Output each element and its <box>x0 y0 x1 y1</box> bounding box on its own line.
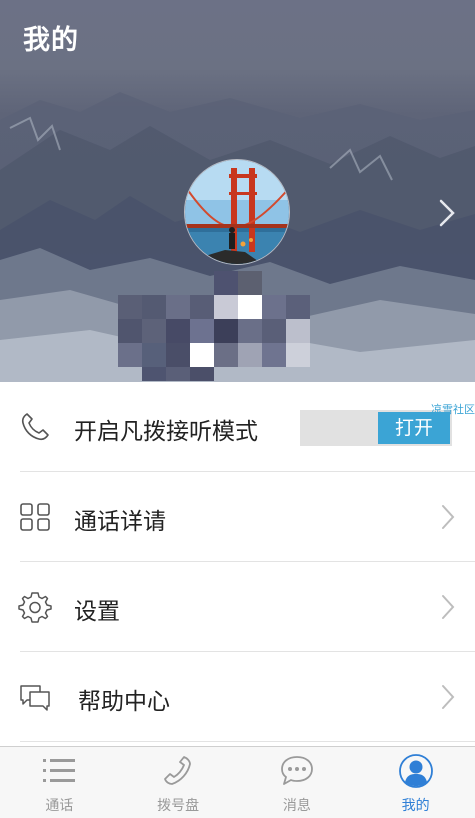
avatar-image <box>185 160 289 264</box>
call-details-label: 通话详请 <box>74 509 166 535</box>
settings-row[interactable]: 设置 <box>0 562 475 652</box>
settings-label: 设置 <box>74 599 120 625</box>
username-blurred <box>118 271 310 381</box>
help-center-label: 帮助中心 <box>78 689 170 715</box>
profile-header: 我的 <box>0 0 475 382</box>
menu-list: 开启凡拨接听模式 打开 凉雪社区 通话详请 设置 帮助中心 <box>0 382 475 742</box>
message-icon <box>280 756 313 785</box>
page-title: 我的 <box>23 25 79 56</box>
chevron-right-icon <box>442 505 455 529</box>
chat-bubbles-icon <box>20 685 50 711</box>
tab-calls[interactable]: 通话 <box>0 747 119 818</box>
avatar[interactable] <box>184 159 290 265</box>
bottom-tab-bar: 通话 拨号盘 消息 我的 <box>0 746 475 818</box>
tab-me[interactable]: 我的 <box>356 747 475 818</box>
grid-icon <box>20 503 50 531</box>
phone-handset-icon <box>21 413 49 441</box>
toggle-tag: 凉雪社区 <box>431 403 475 416</box>
phone-icon <box>164 756 192 785</box>
answer-mode-toggle[interactable]: 打开 <box>300 410 452 446</box>
chevron-right-icon <box>442 685 455 709</box>
answer-mode-label: 开启凡拨接听模式 <box>74 419 258 445</box>
chevron-right-icon <box>442 595 455 619</box>
tab-me-label: 我的 <box>401 798 430 814</box>
gear-icon <box>18 592 52 623</box>
tab-calls-label: 通话 <box>45 798 74 814</box>
help-center-row[interactable]: 帮助中心 <box>0 652 475 742</box>
tab-messages-label: 消息 <box>282 798 311 814</box>
answer-mode-row[interactable]: 开启凡拨接听模式 打开 凉雪社区 <box>0 382 475 472</box>
call-details-row[interactable]: 通话详请 <box>0 472 475 562</box>
list-icon <box>43 759 76 782</box>
tab-dialpad[interactable]: 拨号盘 <box>119 747 238 818</box>
tab-dialpad-label: 拨号盘 <box>157 798 200 814</box>
tab-messages[interactable]: 消息 <box>238 747 357 818</box>
user-icon <box>398 754 433 788</box>
divider <box>20 741 475 742</box>
chevron-right-icon[interactable] <box>436 196 458 230</box>
